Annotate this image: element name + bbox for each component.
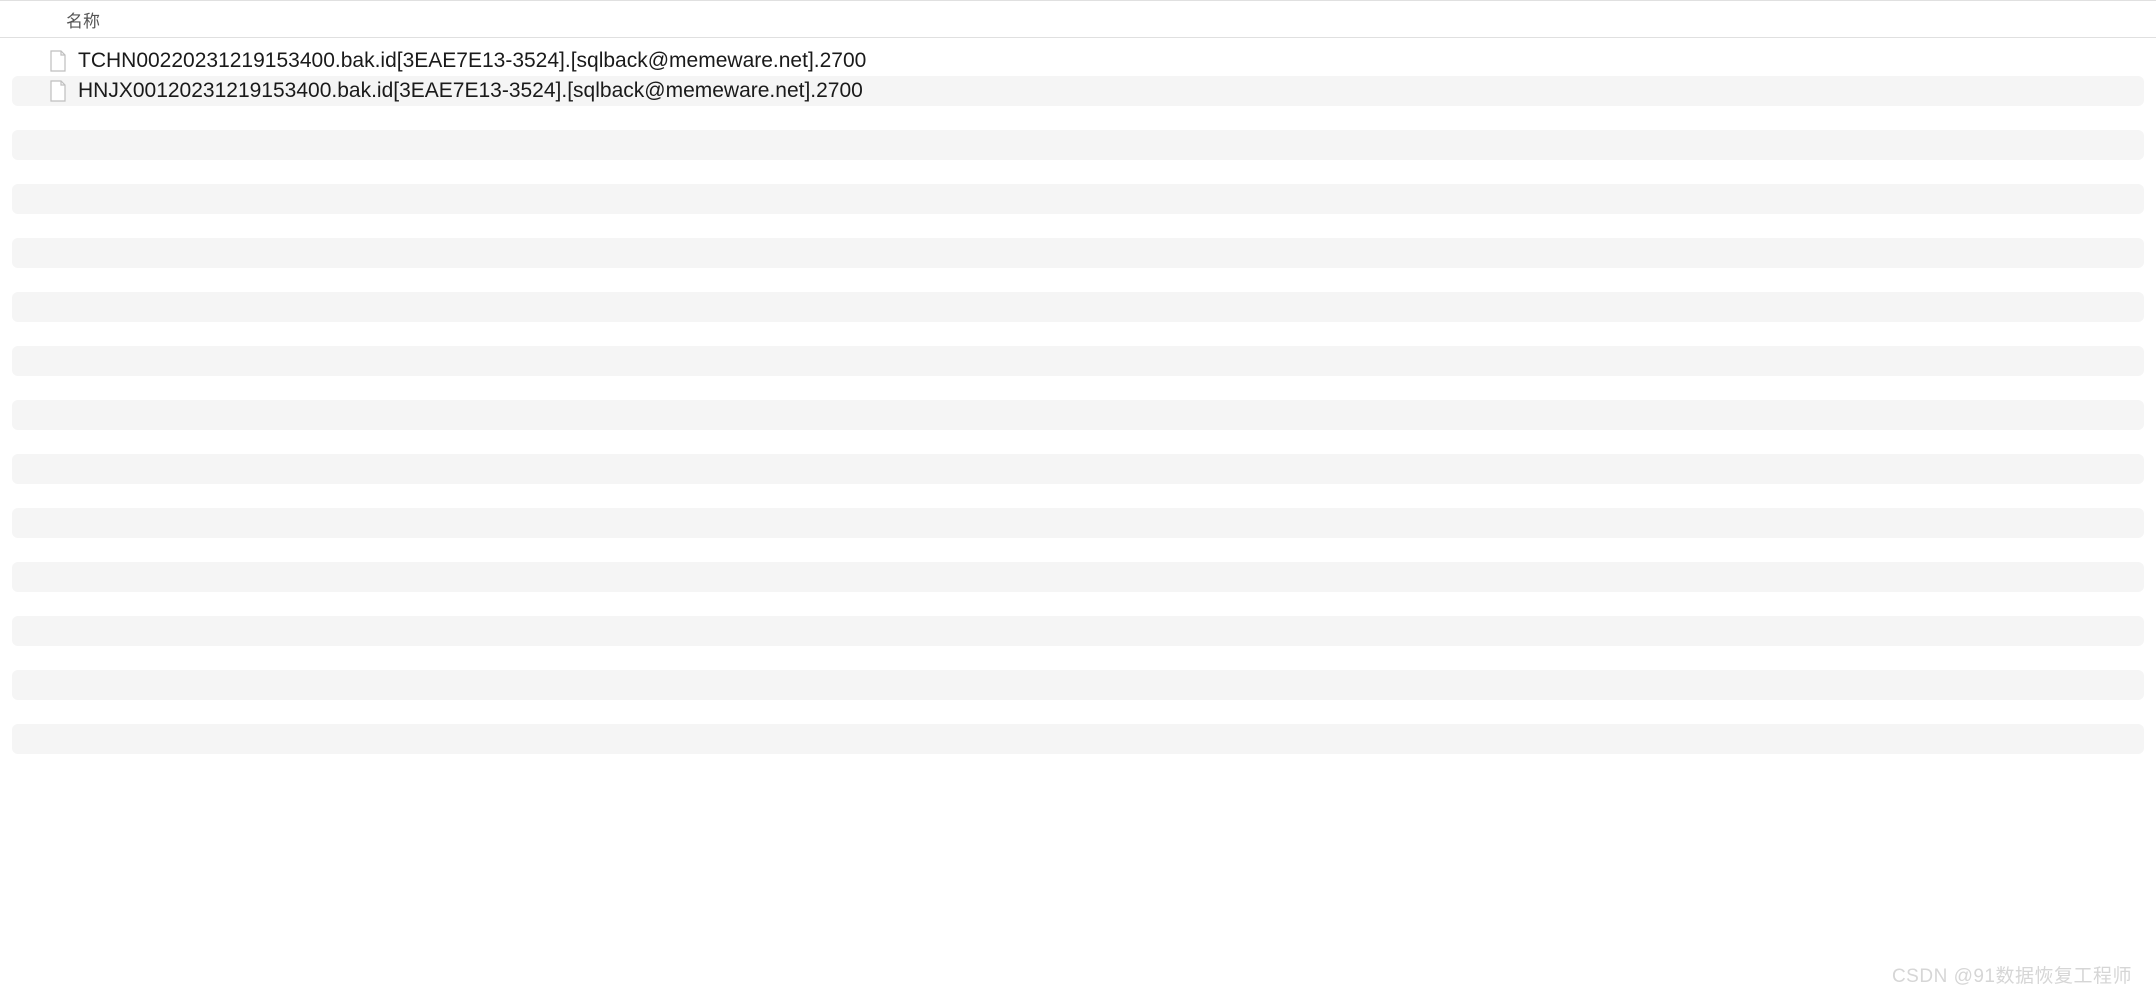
spacer	[0, 106, 2156, 130]
spacer	[0, 430, 2156, 454]
spacer	[0, 592, 2156, 616]
empty-row	[12, 238, 2144, 268]
spacer	[0, 646, 2156, 670]
empty-row	[12, 454, 2144, 484]
spacer	[0, 160, 2156, 184]
empty-row	[12, 400, 2144, 430]
file-row[interactable]: TCHN00220231219153400.bak.id[3EAE7E13-35…	[12, 46, 2144, 76]
file-row[interactable]: HNJX00120231219153400.bak.id[3EAE7E13-35…	[12, 76, 2144, 106]
empty-row	[12, 670, 2144, 700]
empty-row	[12, 346, 2144, 376]
empty-row	[12, 724, 2144, 754]
spacer	[0, 214, 2156, 238]
file-list: TCHN00220231219153400.bak.id[3EAE7E13-35…	[0, 38, 2156, 754]
empty-row	[12, 184, 2144, 214]
spacer	[0, 376, 2156, 400]
spacer	[0, 484, 2156, 508]
file-icon	[48, 80, 68, 102]
column-header-name[interactable]: 名称	[66, 7, 100, 32]
empty-row	[12, 130, 2144, 160]
empty-row	[12, 562, 2144, 592]
empty-row	[12, 292, 2144, 322]
spacer	[0, 538, 2156, 562]
file-name: TCHN00220231219153400.bak.id[3EAE7E13-35…	[78, 49, 866, 73]
file-icon	[48, 50, 68, 72]
watermark-text: CSDN @91数据恢复工程师	[1892, 961, 2132, 988]
spacer	[0, 700, 2156, 724]
spacer	[0, 268, 2156, 292]
file-name: HNJX00120231219153400.bak.id[3EAE7E13-35…	[78, 79, 863, 103]
spacer	[0, 322, 2156, 346]
column-header-row[interactable]: 名称	[0, 0, 2156, 38]
empty-row	[12, 616, 2144, 646]
empty-row	[12, 508, 2144, 538]
